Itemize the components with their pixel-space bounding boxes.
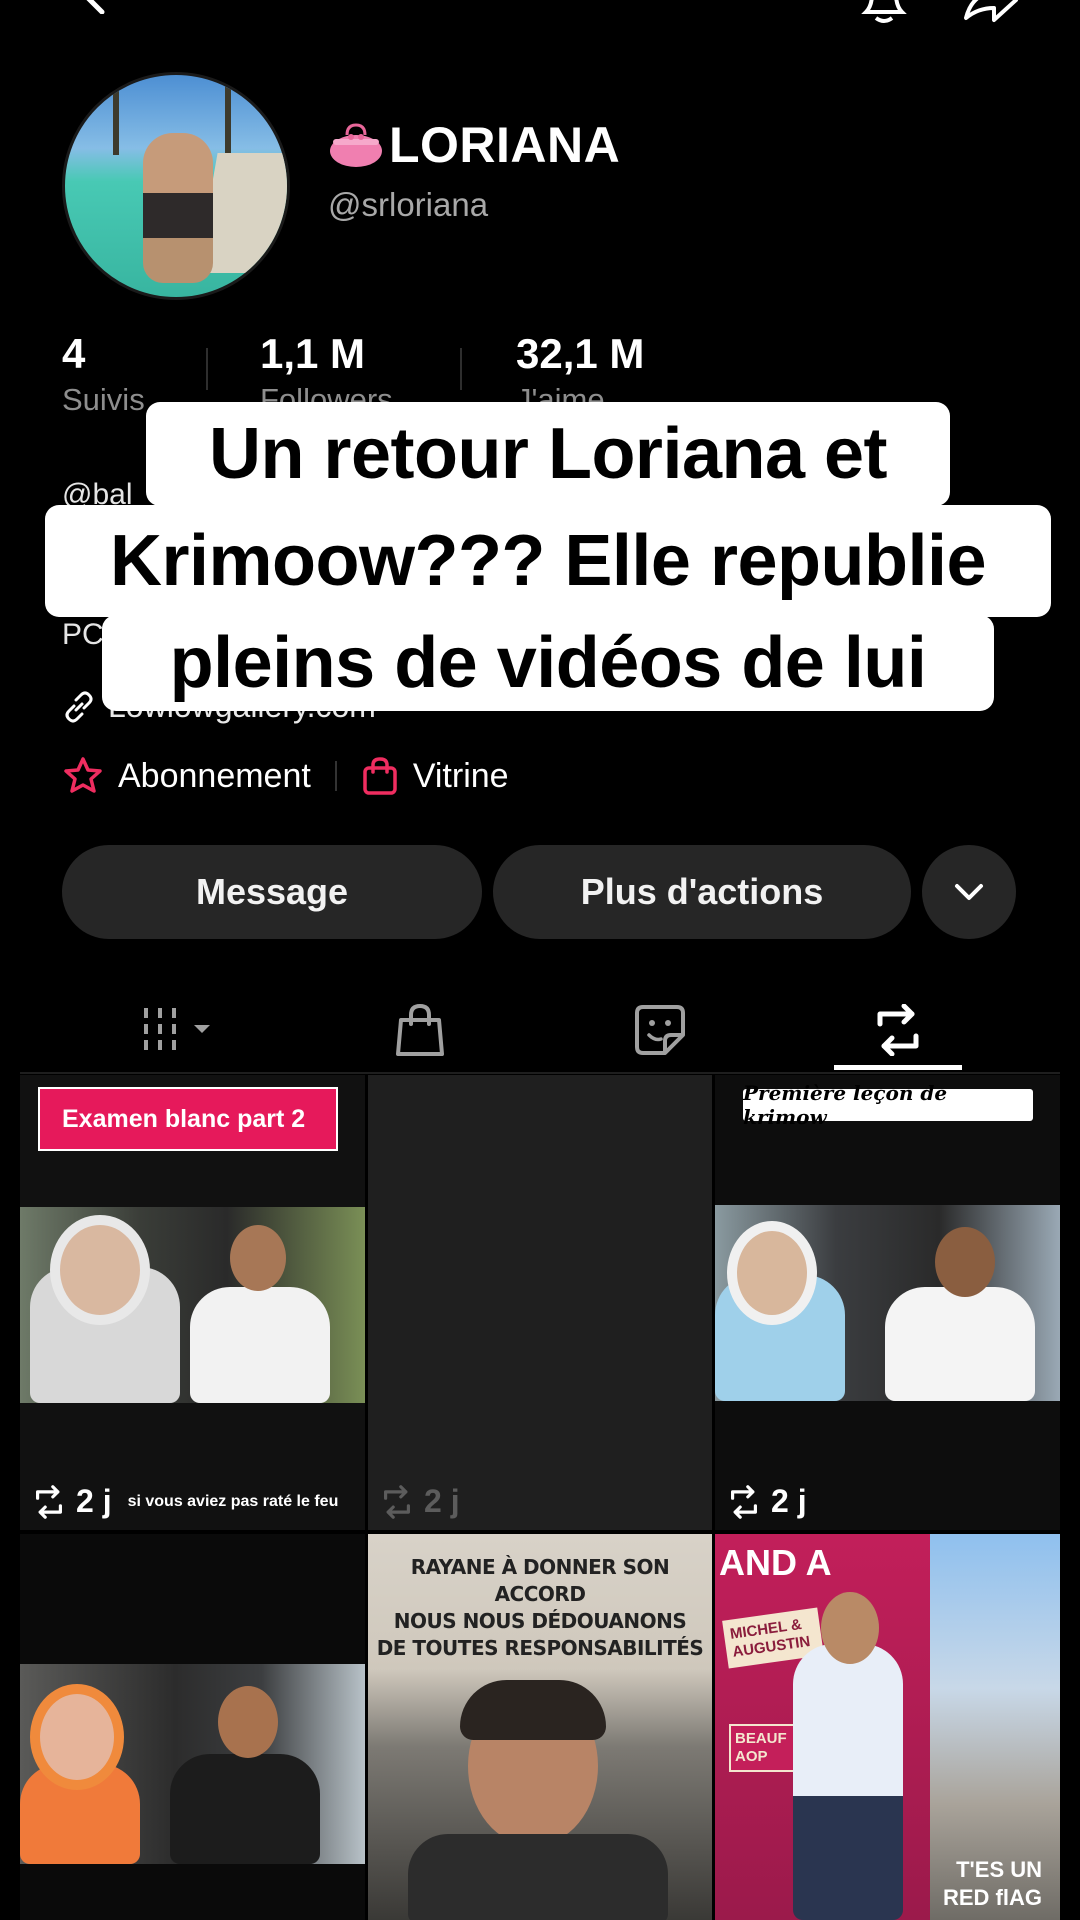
sticker-icon [635,1005,685,1055]
grid-icon [144,1008,210,1050]
link-icon [65,691,93,722]
star-badge-icon [64,757,102,793]
username-handle: @srloriana [328,186,489,223]
overlay-line: RED flAG [943,1885,1042,1910]
caption-line-2: Krimoow??? Elle republie [45,505,1051,617]
avatar[interactable] [62,72,290,300]
video-age: 2 j [771,1483,807,1519]
brand-line: AOP [735,1748,768,1765]
likes-label: J'aime [516,382,605,417]
following-label: Suivis [62,382,145,417]
expand-button[interactable] [922,845,1016,939]
quick-links: Abonnement Vitrine [62,752,509,800]
stat-divider [206,348,208,390]
following-count: 4 [62,330,86,377]
video-overlay-text: RAYANE À DONNER SON ACCORD NOUS NOUS DÉD… [368,1554,712,1662]
overlay-line: RAYANE À DONNER SON ACCORD [410,1555,670,1606]
profile-link[interactable]: Lowlowgallery.com [62,688,376,725]
repost-icon [731,1484,757,1519]
profile-link-text: Lowlowgallery.com [108,688,376,724]
overlay-line: T'ES UN [956,1857,1042,1882]
purse-icon [330,123,382,167]
tab-shop[interactable] [330,985,510,1075]
video-caption: si vous aviez pas raté le feu [127,1492,339,1510]
more-actions-button[interactable]: Plus d'actions [493,845,911,939]
display-name-row: LORIANA [327,115,620,175]
video-title-tag: Examen blanc part 2 [38,1087,338,1151]
video-meta: 2 j [378,1483,460,1520]
stat-divider [460,348,462,390]
bag-icon [396,1003,444,1056]
tab-reposts[interactable] [808,985,988,1075]
video-tile[interactable] [20,1534,365,1920]
followers-label: Followers [260,382,393,417]
tabs-divider [20,1072,1060,1074]
video-age: 2 j [76,1483,112,1519]
brand-badge: BEAUF AOP [729,1724,801,1772]
showcase-link[interactable]: Vitrine [361,756,509,796]
video-meta: 2 j si vous aviez pas raté le feu [30,1483,338,1520]
bio-mention[interactable]: @bal [62,478,133,512]
subscription-link[interactable]: Abonnement [62,756,311,796]
repost-icon [384,1484,410,1519]
tab-videos[interactable] [92,985,272,1075]
stat-followers[interactable]: 1,1 M Followers [260,330,393,418]
active-tab-indicator [834,1065,962,1070]
overlay-line: DE TOUTES RESPONSABILITÉS [376,1636,704,1660]
video-tile[interactable]: RAYANE À DONNER SON ACCORD NOUS NOUS DÉD… [368,1534,712,1920]
share-icon[interactable] [960,0,1020,24]
tab-stickers[interactable] [570,985,750,1075]
followers-count: 1,1 M [260,330,366,377]
stat-following[interactable]: 4 Suivis [62,330,145,418]
showcase-label: Vitrine [412,756,509,795]
sign-text: AND A [719,1542,832,1583]
video-tile[interactable]: Examen blanc part 2 2 j si vous aviez pa… [20,1075,365,1530]
video-age: 2 j [424,1483,460,1519]
quick-links-divider [334,761,337,791]
subscription-label: Abonnement [118,756,311,795]
likes-count: 32,1 M [516,330,645,377]
chevron-down-icon [955,884,983,900]
repost-icon [36,1484,62,1519]
message-button[interactable]: Message [62,845,482,939]
video-meta: 2 j [725,1483,807,1520]
stat-likes[interactable]: 32,1 M J'aime [516,330,644,418]
video-tile[interactable]: 2 j [368,1075,712,1530]
video-overlay-text: T'ES UN RED flAG [943,1856,1042,1912]
video-tile[interactable]: Première leçon de krimow 2 j [715,1075,1060,1530]
repost-icon [877,1004,919,1056]
bell-icon[interactable] [858,0,910,24]
display-name: LORIANA [389,117,621,173]
brand-line: BEAUF [735,1730,787,1747]
video-title-tag: Première leçon de krimow [743,1081,1033,1129]
shopping-bag-icon [363,757,397,795]
video-tile[interactable]: AND A MICHEL & AUGUSTIN BEAUF AOP T'ES U… [715,1534,1060,1920]
back-icon[interactable] [72,0,116,14]
bio-text: PC [62,618,104,651]
overlay-line: NOUS NOUS DÉDOUANONS [393,1609,687,1633]
